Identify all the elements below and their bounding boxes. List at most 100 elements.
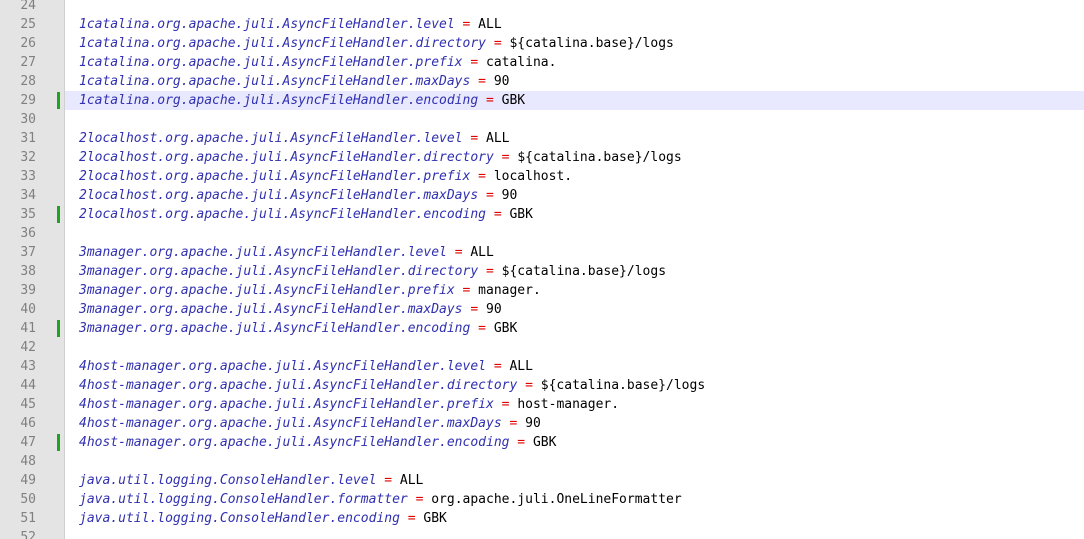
- code-line[interactable]: 49 java.util.logging.ConsoleHandler.level…: [0, 471, 1084, 490]
- assignment-operator: =: [493, 207, 502, 222]
- code-line[interactable]: 34 2localhost.org.apache.juli.AsyncFileHa…: [0, 186, 1084, 205]
- line-number: 26: [20, 36, 36, 51]
- code-editor[interactable]: 24 25 1catalina.org.apache.juli.AsyncFileH…: [0, 0, 1084, 539]
- assignment-operator: =: [509, 416, 518, 431]
- assignment-operator: =: [486, 264, 494, 279]
- code-line[interactable]: 50 java.util.logging.ConsoleHandler.forma…: [0, 490, 1084, 509]
- code-line[interactable]: 44 4host-manager.org.apache.juli.AsyncFil…: [0, 376, 1084, 395]
- line-number: 51: [20, 511, 36, 526]
- property-key: 1catalina.org.apache.juli.AsyncFileHandl…: [79, 93, 479, 108]
- code-line[interactable]: 31 2localhost.org.apache.juli.AsyncFileHa…: [0, 129, 1084, 148]
- code-line[interactable]: 48: [0, 452, 1084, 471]
- property-value: ${catalina.base}/logs: [509, 36, 674, 51]
- code-line[interactable]: 29 1catalina.org.apache.juli.AsyncFileHan…: [0, 91, 1084, 110]
- code-line[interactable]: 47 4host-manager.org.apache.juli.AsyncFil…: [0, 433, 1084, 452]
- assignment-operator: =: [493, 36, 502, 51]
- code-line[interactable]: 26 1catalina.org.apache.juli.AsyncFileHan…: [0, 34, 1084, 53]
- code-line[interactable]: 37 3manager.org.apache.juli.AsyncFileHand…: [0, 243, 1084, 262]
- line-number: 27: [20, 55, 36, 70]
- code-line[interactable]: 36: [0, 224, 1084, 243]
- property-key: 4host-manager.org.apache.juli.AsyncFileH…: [79, 435, 510, 450]
- assignment-operator: =: [517, 435, 526, 450]
- line-number: 38: [20, 264, 36, 279]
- property-key: 3manager.org.apache.juli.AsyncFileHandle…: [79, 283, 455, 298]
- property-key: 2localhost.org.apache.juli.AsyncFileHand…: [79, 207, 486, 222]
- line-number: 43: [20, 359, 36, 374]
- line-number: 48: [20, 454, 36, 469]
- modified-line-marker: [57, 320, 60, 337]
- assignment-operator: =: [478, 169, 486, 184]
- line-number: 35: [20, 207, 36, 222]
- assignment-operator: =: [407, 511, 416, 526]
- line-number: 37: [20, 245, 36, 260]
- assignment-operator: =: [525, 378, 533, 393]
- line-content: 4host-manager.org.apache.juli.AsyncFileH…: [79, 395, 619, 414]
- code-line[interactable]: 40 3manager.org.apache.juli.AsyncFileHand…: [0, 300, 1084, 319]
- property-value: ${catalina.base}/logs: [501, 264, 667, 279]
- assignment-operator: =: [470, 131, 479, 146]
- code-line[interactable]: 46 4host-manager.org.apache.juli.AsyncFil…: [0, 414, 1084, 433]
- property-key: 4host-manager.org.apache.juli.AsyncFileH…: [79, 378, 518, 393]
- code-lines: 24 25 1catalina.org.apache.juli.AsyncFileH…: [0, 0, 1084, 539]
- property-value: 90: [501, 188, 518, 203]
- property-value: catalina.: [486, 55, 557, 70]
- line-content: 2localhost.org.apache.juli.AsyncFileHand…: [79, 186, 517, 205]
- property-value: manager.: [478, 283, 541, 298]
- code-line[interactable]: 28 1catalina.org.apache.juli.AsyncFileHan…: [0, 72, 1084, 91]
- line-number: 29: [20, 93, 36, 108]
- property-value: GBK: [493, 321, 518, 336]
- code-line[interactable]: 30: [0, 110, 1084, 129]
- code-line[interactable]: 39 3manager.org.apache.juli.AsyncFileHand…: [0, 281, 1084, 300]
- property-value: host-manager.: [517, 397, 620, 412]
- code-line[interactable]: 27 1catalina.org.apache.juli.AsyncFileHan…: [0, 53, 1084, 72]
- property-value: GBK: [509, 207, 533, 222]
- line-number: 34: [20, 188, 36, 203]
- line-content: 1catalina.org.apache.juli.AsyncFileHandl…: [79, 91, 525, 110]
- assignment-operator: =: [501, 397, 510, 412]
- property-value: 90: [525, 416, 541, 431]
- line-number: 42: [20, 340, 36, 355]
- code-line[interactable]: 24: [0, 0, 1084, 15]
- modified-line-marker: [57, 434, 60, 451]
- property-value: GBK: [423, 511, 447, 526]
- line-content: 2localhost.org.apache.juli.AsyncFileHand…: [79, 148, 682, 167]
- code-line[interactable]: 25 1catalina.org.apache.juli.AsyncFileHan…: [0, 15, 1084, 34]
- line-content: 3manager.org.apache.juli.AsyncFileHandle…: [79, 300, 502, 319]
- code-line[interactable]: 52: [0, 528, 1084, 539]
- property-value: ALL: [486, 131, 510, 146]
- property-key: 2localhost.org.apache.juli.AsyncFileHand…: [79, 188, 479, 203]
- assignment-operator: =: [454, 245, 463, 260]
- property-value: GBK: [532, 435, 557, 450]
- line-content: java.util.logging.ConsoleHandler.formatt…: [79, 490, 682, 509]
- code-line[interactable]: 33 2localhost.org.apache.juli.AsyncFileHa…: [0, 167, 1084, 186]
- property-key: 1catalina.org.apache.juli.AsyncFileHandl…: [79, 55, 463, 70]
- code-line[interactable]: 32 2localhost.org.apache.juli.AsyncFileHa…: [0, 148, 1084, 167]
- property-key: 4host-manager.org.apache.juli.AsyncFileH…: [79, 397, 494, 412]
- line-number: 36: [20, 226, 36, 241]
- line-number: 46: [20, 416, 36, 431]
- property-key: 2localhost.org.apache.juli.AsyncFileHand…: [79, 169, 471, 184]
- property-value: ${catalina.base}/logs: [540, 378, 706, 393]
- assignment-operator: =: [462, 17, 471, 32]
- code-line[interactable]: 35 2localhost.org.apache.juli.AsyncFileHa…: [0, 205, 1084, 224]
- code-line[interactable]: 51 java.util.logging.ConsoleHandler.encod…: [0, 509, 1084, 528]
- property-key: 1catalina.org.apache.juli.AsyncFileHandl…: [79, 17, 455, 32]
- assignment-operator: =: [478, 321, 486, 336]
- line-content: 3manager.org.apache.juli.AsyncFileHandle…: [79, 281, 541, 300]
- property-key: 3manager.org.apache.juli.AsyncFileHandle…: [79, 302, 463, 317]
- code-line[interactable]: 43 4host-manager.org.apache.juli.AsyncFil…: [0, 357, 1084, 376]
- property-key: 1catalina.org.apache.juli.AsyncFileHandl…: [79, 74, 471, 89]
- line-content: 2localhost.org.apache.juli.AsyncFileHand…: [79, 129, 509, 148]
- code-line[interactable]: 41 3manager.org.apache.juli.AsyncFileHand…: [0, 319, 1084, 338]
- line-number: 25: [20, 17, 36, 32]
- line-number: 50: [20, 492, 36, 507]
- line-number: 32: [20, 150, 36, 165]
- property-key: 4host-manager.org.apache.juli.AsyncFileH…: [79, 416, 502, 431]
- property-key: java.util.logging.ConsoleHandler.level: [79, 473, 377, 488]
- code-line[interactable]: 45 4host-manager.org.apache.juli.AsyncFil…: [0, 395, 1084, 414]
- assignment-operator: =: [493, 359, 502, 374]
- line-number: 24: [20, 0, 36, 13]
- code-line[interactable]: 42: [0, 338, 1084, 357]
- line-number: 45: [20, 397, 36, 412]
- code-line[interactable]: 38 3manager.org.apache.juli.AsyncFileHand…: [0, 262, 1084, 281]
